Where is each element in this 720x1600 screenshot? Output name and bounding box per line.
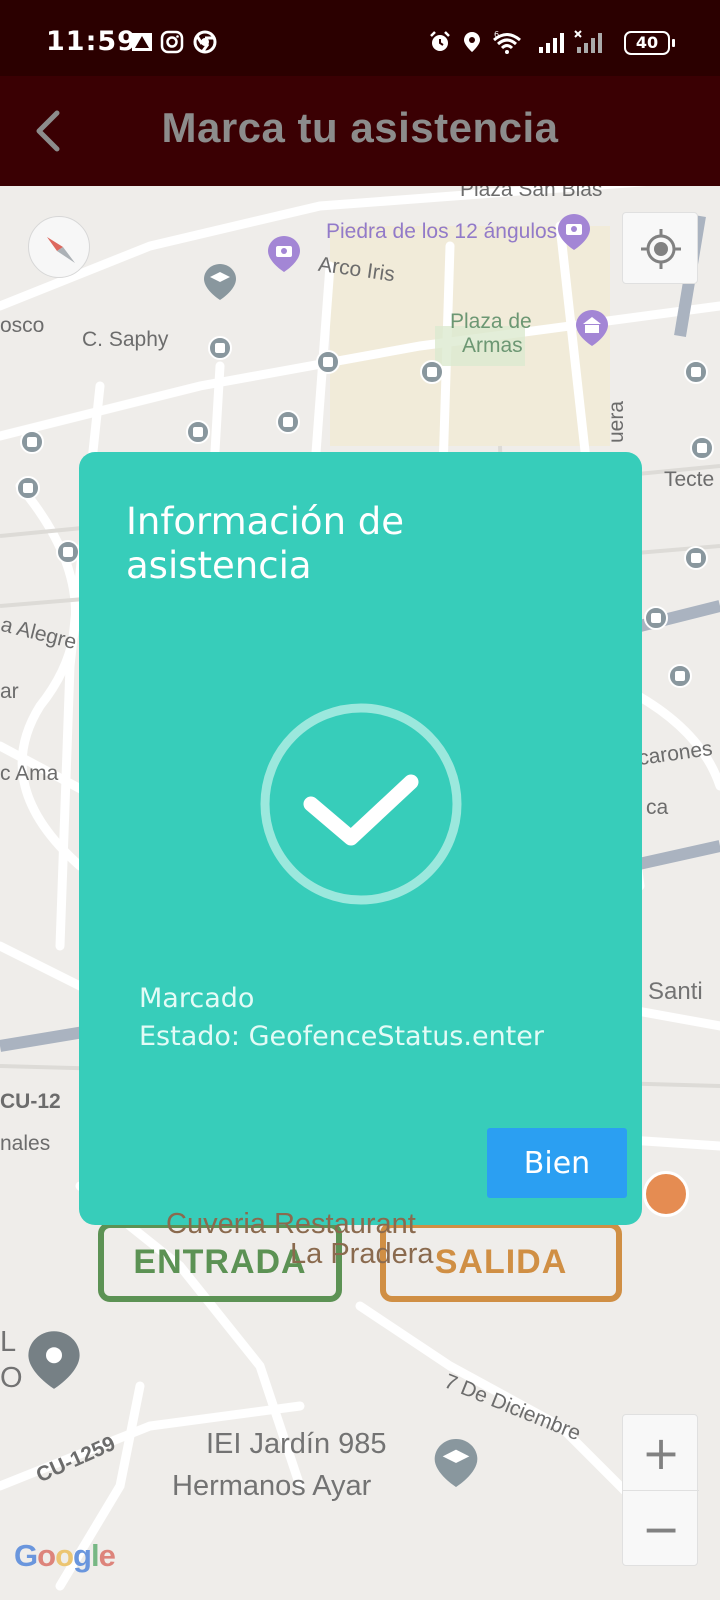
svg-text:6: 6 bbox=[494, 30, 499, 39]
status-geofence: Estado: GeofenceStatus.enter bbox=[139, 1021, 544, 1052]
location-icon bbox=[464, 32, 480, 52]
attendance-dialog: Información de asistencia Marcado Estado… bbox=[79, 452, 642, 1225]
navigation-arrow-icon bbox=[132, 33, 152, 51]
map-label: Cuveria Restaurant bbox=[166, 1208, 416, 1240]
map-label: La Pradera bbox=[290, 1238, 434, 1270]
bien-button[interactable]: Bien bbox=[487, 1128, 627, 1198]
chrome-icon bbox=[193, 30, 217, 54]
dialog-title: Información de asistencia bbox=[126, 500, 405, 587]
alarm-icon bbox=[430, 31, 450, 51]
app-bar: Marca tu asistencia bbox=[0, 76, 720, 186]
check-circle-icon bbox=[260, 703, 462, 905]
dialog-status: Marcado Estado: GeofenceStatus.enter bbox=[139, 980, 544, 1056]
signal-icon bbox=[539, 33, 564, 53]
battery-icon: 40 bbox=[624, 31, 675, 55]
status-time: 11:59 bbox=[46, 26, 137, 57]
status-bar: 11:59 6 40 bbox=[0, 0, 720, 76]
wifi-icon: 6 bbox=[493, 30, 521, 54]
page-title: Marca tu asistencia bbox=[161, 104, 559, 151]
status-marked: Marcado bbox=[139, 983, 255, 1014]
instagram-icon bbox=[160, 30, 184, 54]
signal-muted-icon bbox=[574, 30, 602, 53]
